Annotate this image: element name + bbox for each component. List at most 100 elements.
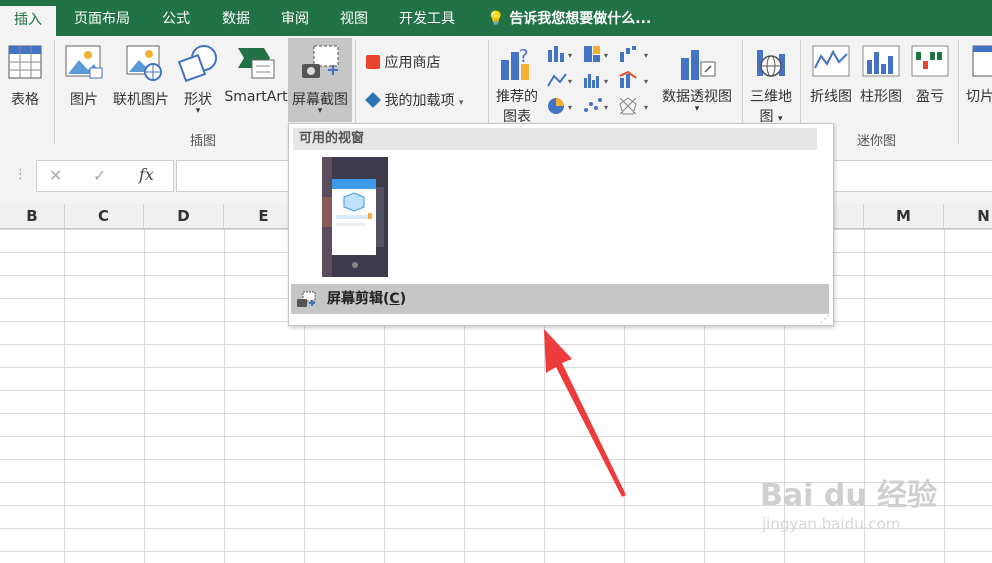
red-arrow-annotation [544,329,626,497]
globe-icon [757,50,785,77]
tell-me-text: 告诉我您想要做什么... [509,11,652,27]
shapes-button[interactable]: 形状 ▾ [175,40,221,132]
column-chart-small-button[interactable]: ▾ [546,44,576,68]
grid-line [224,229,225,563]
screen-clipping-item[interactable]: 屏幕剪辑(C) [291,284,829,314]
pivot-chart-icon [681,50,716,80]
svg-text:▾: ▾ [604,77,608,86]
table-button[interactable]: 表格 [2,40,48,120]
recommended-charts-label-1: 推荐的 [496,89,538,105]
chevron-down-icon: ▾ [317,106,323,116]
tab-insert[interactable]: 插入 [0,6,56,36]
insert-function-button[interactable]: fx [139,165,154,184]
screen-clipping-label: 屏幕剪辑(C) [327,291,407,307]
line-chart-icon: ▾ [547,73,572,87]
tell-me-box[interactable]: 💡 告诉我您想要做什么... [487,0,651,36]
formula-buttons: ✕ ✓ fx [36,160,174,192]
tab-formulas[interactable]: 公式 [162,0,190,36]
group-label-illustrations: 插图 [190,134,217,149]
scatter-chart-small-button[interactable]: ▾ [582,96,612,120]
addins-icon [365,92,381,108]
smartart-label: SmartArt [224,89,288,105]
recommended-charts-button[interactable]: ? 推荐的 图表 [492,40,542,130]
pivot-chart-button[interactable]: 数据透视图 ▾ [656,40,738,130]
svg-text:▾: ▾ [644,77,648,86]
slicer-label: 切片 [966,89,992,105]
my-addins-button[interactable]: 我的加载项 ▾ [365,90,464,110]
pie-chart-small-button[interactable]: ▾ [546,96,576,120]
group-divider [958,40,959,144]
chevron-down-icon: ▾ [458,98,464,108]
sparkline-column-button[interactable]: 柱形图 [856,40,906,120]
picture-icon [65,45,103,79]
sparkline-winloss-label: 盈亏 [916,89,944,105]
svg-text:▾: ▾ [568,103,572,112]
my-addins-label: 我的加载项 [384,93,455,109]
screen-clipping-icon [295,290,317,320]
app-store-button[interactable]: 应用商店 [366,52,440,72]
tab-page-layout[interactable]: 页面布局 [74,0,130,36]
baidu-watermark-url: jingyan.baidu.com [762,515,901,533]
grid-line [64,229,65,563]
recommended-charts-icon: ? [501,46,529,80]
3d-map-label-1: 三维地 [750,89,792,105]
screenshot-button[interactable]: 屏幕截图 ▾ [288,38,352,122]
line-chart-small-button[interactable]: ▾ [546,70,576,94]
picture-button[interactable]: 图片 [60,40,108,120]
pivot-chart-label: 数据透视图 [662,89,732,105]
cancel-button[interactable]: ✕ [49,166,62,185]
sparkline-column-label: 柱形图 [860,89,902,105]
scatter-chart-icon: ▾ [584,98,608,112]
svg-text:▾: ▾ [568,51,572,60]
slicer-icon [972,45,992,77]
svg-text:▾: ▾ [644,51,648,60]
enter-button[interactable]: ✓ [93,166,106,185]
tab-review[interactable]: 审阅 [281,0,309,36]
waterfall-chart-small-button[interactable]: ▾ [618,44,654,68]
svg-text:?: ? [519,46,529,67]
resize-grip-icon[interactable]: ⋰ [820,314,830,325]
column-header[interactable]: C [64,204,144,228]
combo-chart-icon: ▾ [619,70,648,88]
lightbulb-icon: 💡 [487,11,505,27]
svg-text:▾: ▾ [568,77,572,86]
tab-view[interactable]: 视图 [340,0,368,36]
radar-chart-icon: ▾ [619,97,648,115]
statistic-chart-small-button[interactable]: ▾ [582,70,612,94]
picture-label: 图片 [70,92,98,108]
store-icon [366,55,380,69]
grid-line [944,229,945,563]
tab-developer[interactable]: 开发工具 [399,0,455,36]
sparkline-line-icon [812,45,850,77]
table-icon [8,45,42,79]
statistic-chart-icon: ▾ [584,74,608,88]
sparkline-winloss-button[interactable]: 盈亏 [906,40,954,120]
screenshot-icon [302,45,339,78]
window-thumbnail-image [322,157,388,277]
smartart-button[interactable]: SmartArt [224,40,288,120]
baidu-watermark-logo: Bai du 经验 [760,478,938,513]
tab-data[interactable]: 数据 [222,0,250,36]
svg-text:▾: ▾ [644,103,648,112]
waterfall-chart-icon: ▾ [620,46,648,62]
group-divider [54,40,55,144]
column-header[interactable]: M [864,204,944,228]
3d-map-button[interactable]: 三维地 图 ▾ [746,40,796,130]
svg-text:▾: ▾ [604,51,608,60]
sparkline-line-label: 折线图 [810,89,852,105]
slicer-button[interactable]: 切片 [962,40,992,120]
window-thumbnail[interactable] [322,157,388,277]
online-picture-button[interactable]: 联机图片 [110,40,172,120]
hierarchy-chart-small-button[interactable]: ▾ [582,44,612,68]
column-header[interactable]: B [0,204,65,228]
sparkline-line-button[interactable]: 折线图 [806,40,856,120]
grid-line [144,229,145,563]
combo-chart-small-button[interactable]: ▾ [618,70,654,94]
group-label-sparklines: 迷你图 [857,134,897,149]
online-picture-icon [126,45,162,81]
column-header[interactable]: N [944,204,992,228]
screenshot-dropdown: 可用的视窗 屏幕剪辑(C) ⋰ [288,123,834,326]
smartart-icon [238,48,275,79]
radar-chart-small-button[interactable]: ▾ [618,96,654,120]
column-header[interactable]: D [144,204,224,228]
